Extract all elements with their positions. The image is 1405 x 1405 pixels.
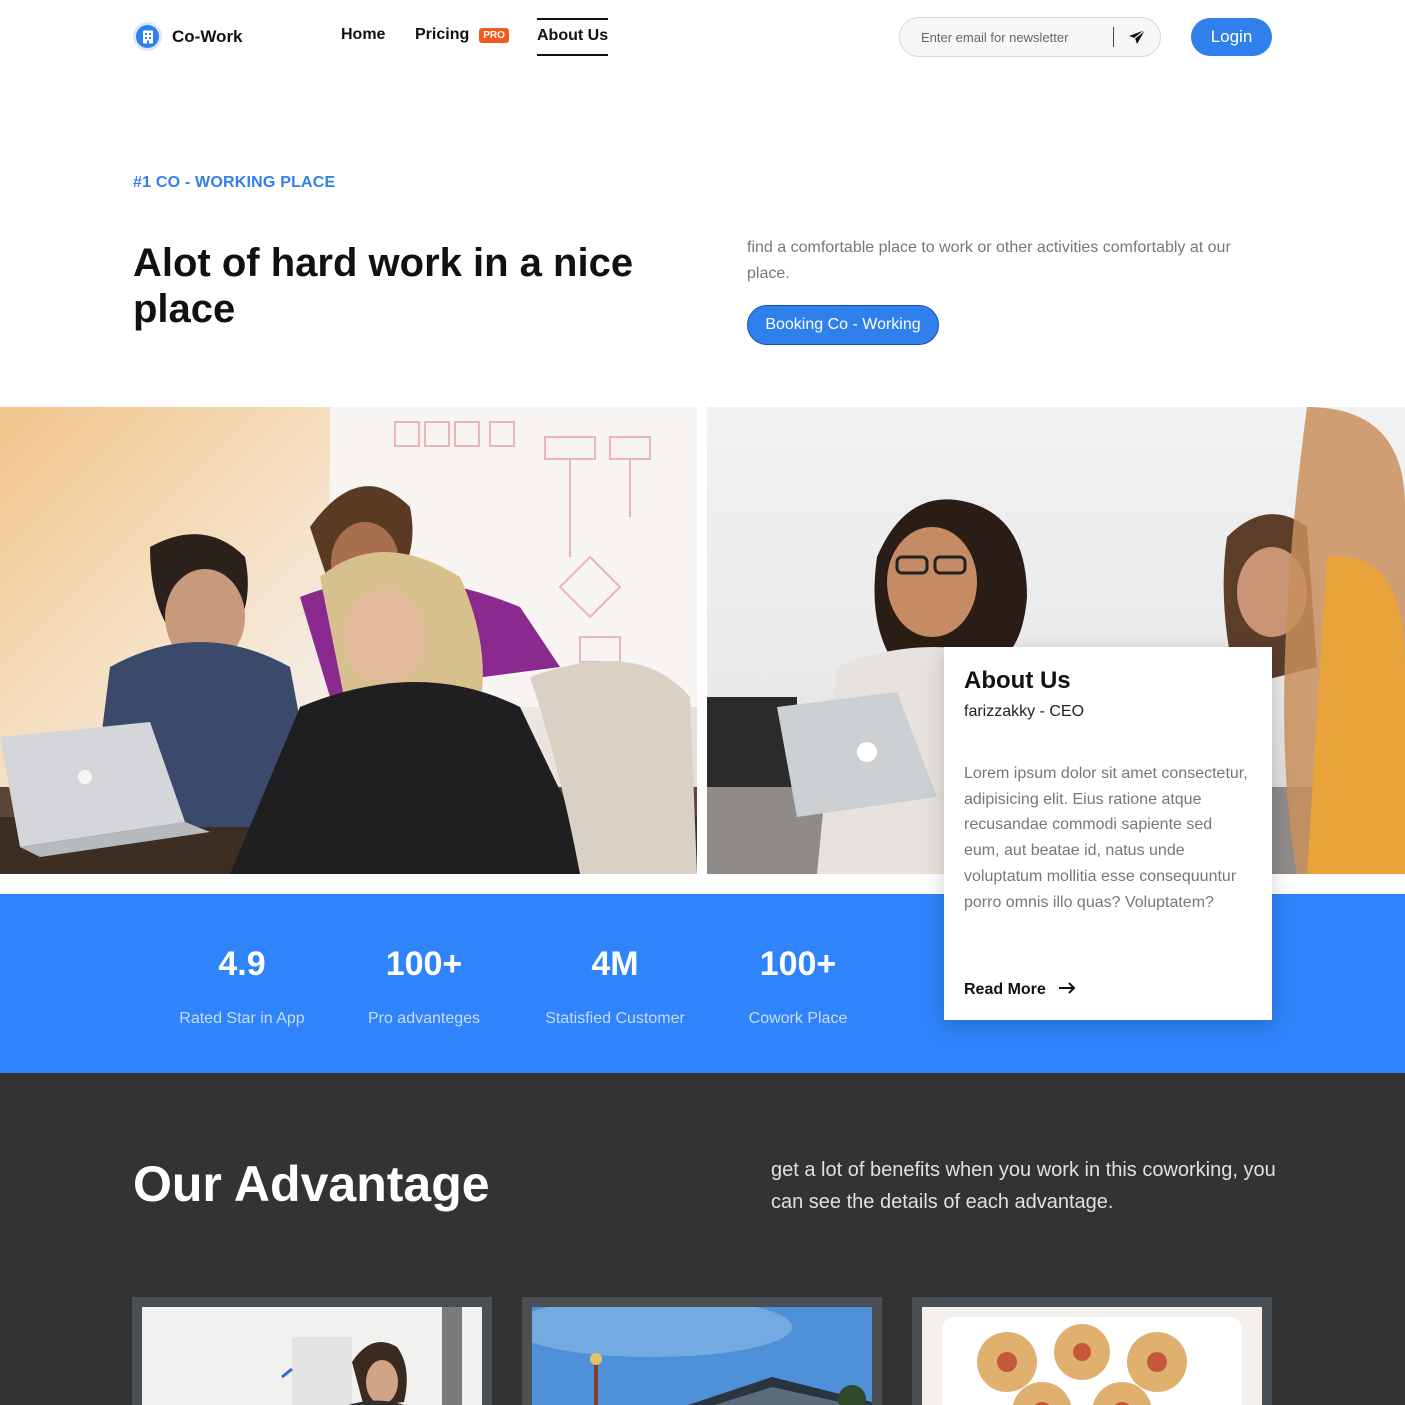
read-more-link[interactable]: Read More xyxy=(964,981,1076,999)
top-navigation: Co-Work Home Pricing PRO About Us Login xyxy=(0,0,1405,76)
stat-value: 4.9 xyxy=(218,945,266,983)
nav-pricing-label: Pricing xyxy=(415,26,470,43)
building-icon xyxy=(133,22,162,51)
stat-customers: 4M Statisfied Customer xyxy=(525,944,705,1028)
advantage-card-food[interactable] xyxy=(912,1297,1272,1405)
building-photo xyxy=(532,1307,872,1405)
about-us-card: About Us farizzakky - CEO Lorem ipsum do… xyxy=(944,647,1272,1020)
hero-description: find a comfortable place to work or othe… xyxy=(747,239,1231,282)
stat-value: 100+ xyxy=(759,945,837,983)
stat-cowork-places: 100+ Cowork Place xyxy=(708,944,888,1028)
stat-label: Cowork Place xyxy=(748,1010,848,1027)
about-card-body: Lorem ipsum dolor sit amet consectetur, … xyxy=(964,765,1248,911)
team-working-photo xyxy=(0,407,697,874)
stat-label: Rated Star in App xyxy=(179,1010,305,1027)
whiteboard-photo xyxy=(142,1307,482,1405)
stat-label: Pro advanteges xyxy=(367,1010,481,1027)
stat-rating: 4.9 Rated Star in App xyxy=(152,944,332,1028)
arrow-right-icon xyxy=(1058,981,1076,999)
newsletter-email-input[interactable] xyxy=(900,29,1100,45)
advantage-title: Our Advantage xyxy=(133,1156,490,1212)
about-card-title: About Us xyxy=(964,667,1071,694)
newsletter-form xyxy=(899,17,1161,57)
pastry-photo xyxy=(922,1307,1262,1405)
login-button[interactable]: Login xyxy=(1191,18,1272,56)
paper-plane-icon[interactable] xyxy=(1128,29,1146,45)
stat-value: 4M xyxy=(591,945,639,983)
read-more-label: Read More xyxy=(964,981,1046,998)
advantage-description: get a lot of benefits when you work in t… xyxy=(771,1159,1276,1213)
nav-pricing-link[interactable]: Pricing PRO xyxy=(415,26,509,44)
brand-name: Co-Work xyxy=(172,26,243,46)
about-card-subtitle: farizzakky - CEO xyxy=(964,703,1085,720)
newsletter-divider xyxy=(1113,27,1114,47)
hero-eyebrow: #1 CO - WORKING PLACE xyxy=(133,174,336,191)
stat-pro-advantages: 100+ Pro advanteges xyxy=(334,944,514,1028)
brand-logo[interactable]: Co-Work xyxy=(133,22,243,51)
hero-title: Alot of hard work in a nice place xyxy=(133,241,634,331)
booking-button[interactable]: Booking Co - Working xyxy=(747,305,939,345)
advantage-card-building[interactable] xyxy=(522,1297,882,1405)
pro-badge: PRO xyxy=(479,27,509,43)
stat-label: Statisfied Customer xyxy=(545,1010,685,1027)
stat-value: 100+ xyxy=(385,945,463,983)
nav-about-link[interactable]: About Us xyxy=(537,18,609,56)
nav-home-link[interactable]: Home xyxy=(341,26,385,44)
advantage-card-workspace[interactable] xyxy=(132,1297,492,1405)
